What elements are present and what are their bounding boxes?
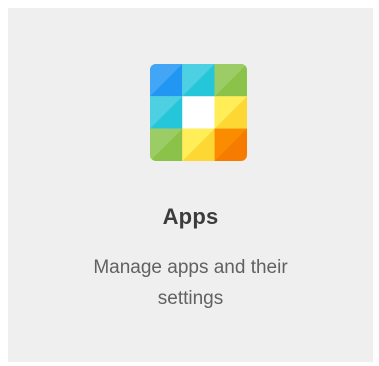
- card-description: Manage apps and their settings: [93, 257, 288, 309]
- apps-grid-icon-graphic: [150, 64, 247, 161]
- apps-card[interactable]: Apps Manage apps and their settings: [8, 8, 373, 362]
- apps-grid-icon: [150, 64, 247, 161]
- card-title: Apps: [162, 204, 219, 229]
